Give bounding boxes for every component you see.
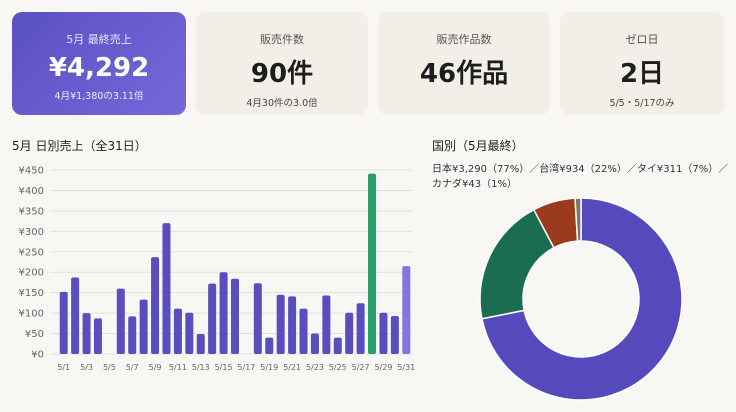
bar-5/7 [128,316,137,354]
kpi-value: 46作品 [419,59,509,89]
x-tick-label: 5/7 [126,363,139,372]
kpi-sub: 5/5・5/17のみ [609,98,675,109]
bar-5/25 [333,337,342,354]
bar-5/18 [253,283,262,354]
kpi-card-total-sales: 5月 最終売上 ¥4,292 4月¥1,380の3.11倍 [12,12,186,115]
bar-5/23 [310,333,319,354]
y-tick-label: ¥400 [19,186,44,197]
y-tick-label: ¥300 [19,227,44,238]
kpi-label: ゼロ日 [625,33,659,46]
bar-5/14 [208,283,217,354]
kpi-label: 販売件数 [260,33,304,46]
bar-5/16 [231,278,239,354]
bar-5/22 [299,308,308,354]
bar-5/2 [71,277,80,354]
y-tick-label: ¥50 [25,329,44,340]
kpi-value: ¥4,292 [48,53,150,83]
kpi-label: 5月 最終売上 [66,33,132,46]
bar-5/3 [82,313,91,354]
bar-5/24 [322,295,331,354]
x-tick-label: 5/17 [237,363,255,372]
y-tick-label: ¥0 [31,350,44,361]
y-tick-label: ¥450 [19,166,44,177]
bar-chart-title: 5月 日別売上（全31日） [12,139,147,153]
bar-5/1 [59,291,68,354]
bar-5/8 [139,299,148,354]
kpi-value: 90件 [250,59,314,89]
bar-5/30 [390,315,399,354]
kpi-sub: 4月30件の3.0倍 [246,98,318,109]
kpi-card-zero-days: ゼロ日 2日 5/5・5/17のみ [560,12,724,115]
bar-5/27 [356,303,365,354]
country-donut-chart [479,197,683,401]
bar-5/31 [402,266,411,354]
bar-5/10 [162,223,171,354]
pie-chart-title: 国別（5月最終） [432,139,524,153]
x-tick-label: 5/13 [192,363,210,372]
bar-5/11 [173,308,182,354]
x-tick-label: 5/3 [80,363,93,372]
x-tick-label: 5/9 [149,363,162,372]
x-tick-label: 5/23 [306,363,324,372]
x-tick-label: 5/27 [352,363,370,372]
kpi-sub: 4月¥1,380の3.11倍 [54,91,144,102]
bar-5/28 [368,173,377,354]
bar-5/15 [219,272,228,354]
x-tick-label: 5/21 [283,363,301,372]
x-tick-label: 5/1 [57,363,70,372]
x-tick-label: 5/31 [397,363,415,372]
bar-5/19 [265,337,274,354]
y-tick-label: ¥350 [19,206,44,217]
daily-sales-bar-chart: ¥0 ¥50 ¥100 ¥150 ¥200 ¥250 ¥300 ¥350 ¥400 ¥450 5/1… [19,166,416,373]
y-tick-label: ¥250 [19,247,44,258]
x-tick-label: 5/19 [260,363,278,372]
bar-5/13 [196,333,205,354]
bar-5/9 [151,257,160,354]
bar-5/21 [288,296,297,354]
y-tick-label: ¥200 [19,268,44,279]
y-tick-label: ¥150 [19,288,44,299]
bar-5/6 [116,288,125,354]
x-tick-label: 5/29 [374,363,392,372]
kpi-label: 販売作品数 [436,33,492,46]
bar-5/12 [185,312,194,354]
bar-5/26 [345,312,354,354]
pie-legend: 日本¥3,290（77%）／台湾¥934（22%）／タイ¥311（7%）／カナダ… [432,164,729,190]
x-tick-label: 5/11 [169,363,187,372]
x-tick-label: 5/5 [103,363,116,372]
kpi-card-works-count: 販売作品数 46作品 [378,12,550,115]
bar-5/20 [276,294,285,354]
bar-5/29 [379,312,388,354]
x-tick-label: 5/15 [215,363,233,372]
kpi-value: 2日 [619,59,665,89]
bar-5/4 [93,318,102,354]
y-tick-label: ¥100 [19,309,44,320]
x-tick-label: 5/25 [329,363,347,372]
kpi-card-sales-count: 販売件数 90件 4月30件の3.0倍 [196,12,368,115]
